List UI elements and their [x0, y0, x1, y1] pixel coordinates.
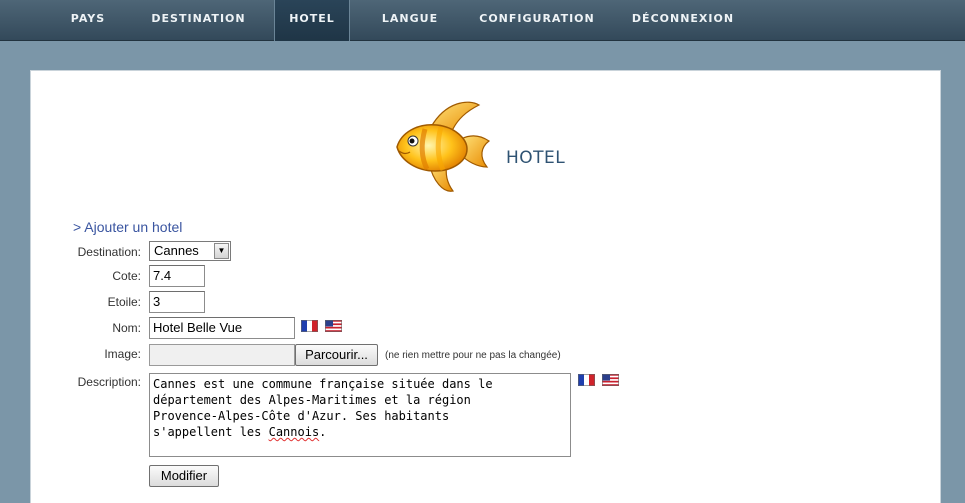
destination-select[interactable]: Cannes ▼ [149, 241, 231, 261]
etoile-label: Etoile: [107, 295, 141, 309]
misspelled-word: Cannois [268, 425, 320, 439]
usa-flag-icon[interactable] [325, 320, 342, 332]
browse-button[interactable]: Parcourir... [295, 344, 378, 366]
france-flag-icon[interactable] [578, 374, 595, 386]
description-label: Description: [77, 375, 141, 389]
description-text-end: . [319, 425, 327, 439]
nav-item-destination[interactable]: DESTINATION [140, 0, 257, 41]
image-hint: (ne rien mettre pour ne pas la changée) [385, 350, 561, 361]
nom-input[interactable]: Hotel Belle Vue [149, 317, 295, 339]
cote-label: Cote: [112, 269, 141, 283]
nav-item-langue[interactable]: LANGUE [368, 0, 452, 41]
top-navigation: PAYS DESTINATION HOTEL LANGUE CONFIGURAT… [0, 0, 965, 41]
page-title: HOTEL [506, 148, 566, 168]
fish-icon [396, 101, 491, 192]
cote-input[interactable]: 7.4 [149, 265, 205, 287]
etoile-input[interactable]: 3 [149, 291, 205, 313]
usa-flag-icon[interactable] [602, 374, 619, 386]
description-textarea[interactable]: Cannes est une commune française située … [149, 373, 571, 457]
content-panel: HOTEL > Ajouter un hotel Destination: Ca… [30, 70, 941, 503]
destination-label: Destination: [77, 245, 141, 259]
modifier-button[interactable]: Modifier [149, 465, 219, 487]
image-label: Image: [104, 347, 141, 361]
destination-select-value: Cannes [154, 243, 199, 258]
nom-label: Nom: [112, 321, 141, 335]
france-flag-icon[interactable] [301, 320, 318, 332]
nav-item-hotel[interactable]: HOTEL [274, 0, 350, 41]
chevron-down-icon: ▼ [214, 243, 229, 259]
nav-item-configuration[interactable]: CONFIGURATION [470, 0, 604, 41]
nav-item-deconnexion[interactable]: DÉCONNEXION [622, 0, 744, 41]
image-file-input[interactable] [149, 344, 295, 366]
nav-item-pays[interactable]: PAYS [53, 0, 123, 41]
add-hotel-link[interactable]: > Ajouter un hotel [73, 219, 182, 235]
